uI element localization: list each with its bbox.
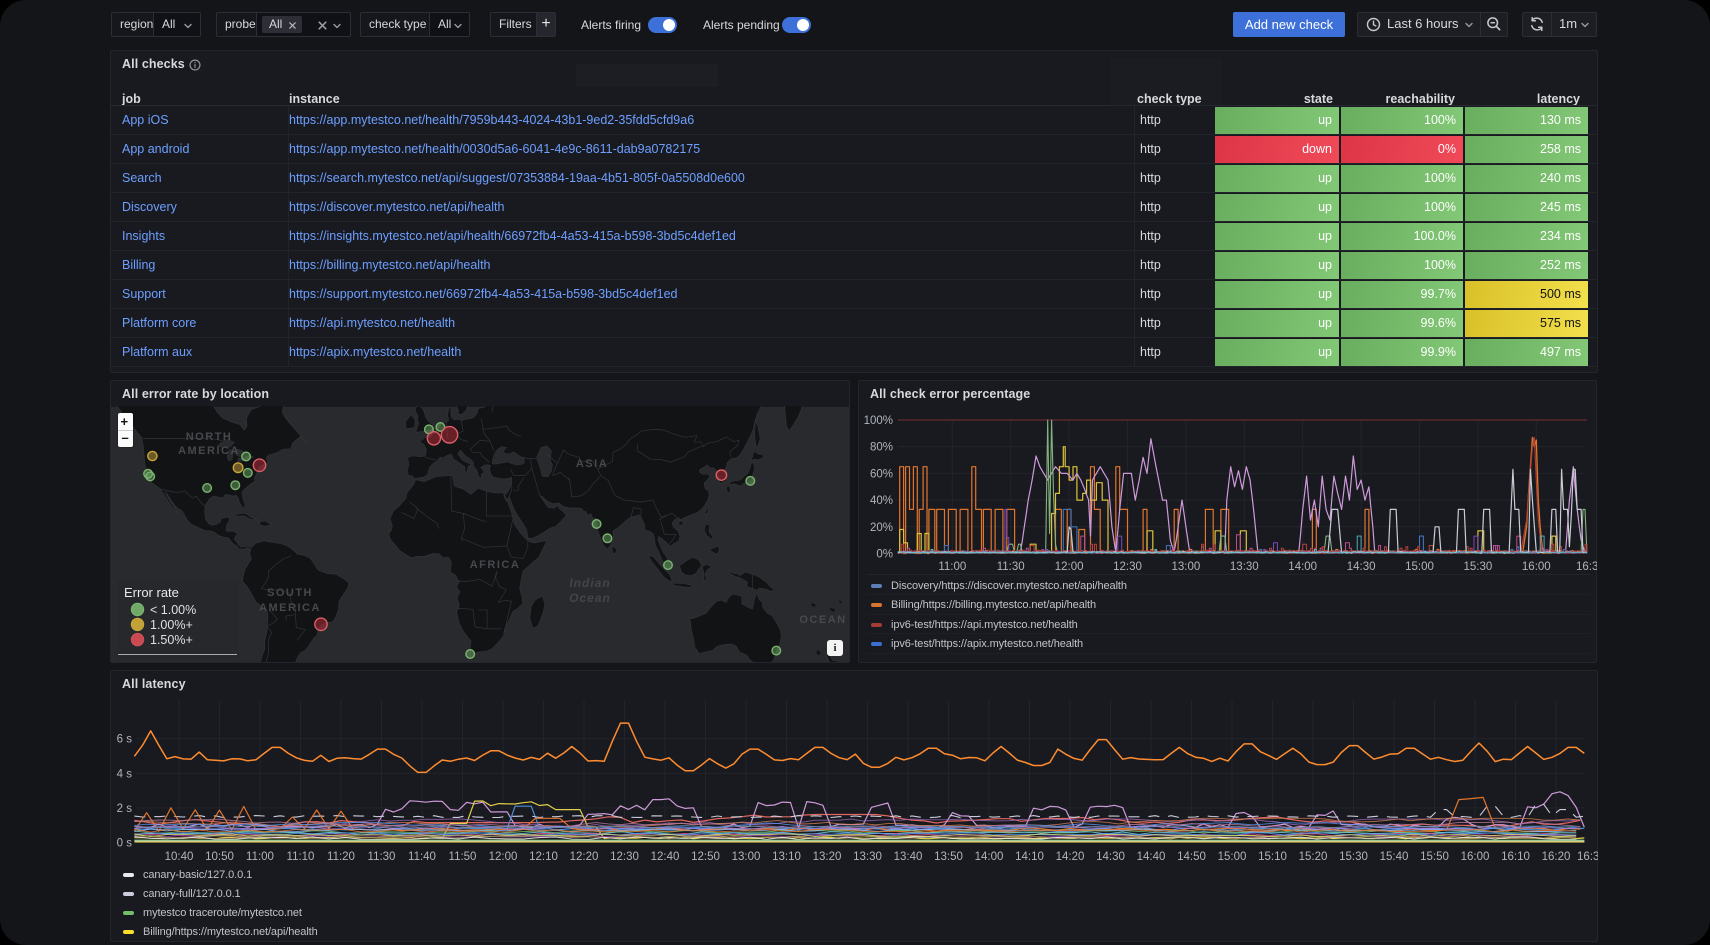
svg-text:100%: 100% — [864, 415, 893, 427]
svg-text:12:50: 12:50 — [691, 851, 720, 863]
svg-text:11:40: 11:40 — [408, 851, 436, 863]
svg-text:14:00: 14:00 — [1288, 561, 1317, 573]
svg-text:14:40: 14:40 — [1137, 851, 1166, 863]
svg-text:16:00: 16:00 — [1461, 851, 1490, 863]
svg-text:OCEAN: OCEAN — [799, 614, 846, 626]
svg-text:15:30: 15:30 — [1464, 561, 1493, 573]
svg-text:13:40: 13:40 — [894, 851, 923, 863]
svg-text:13:30: 13:30 — [853, 851, 882, 863]
svg-text:11:00: 11:00 — [938, 561, 966, 573]
svg-text:15:00: 15:00 — [1405, 561, 1434, 573]
svg-text:Ocean: Ocean — [569, 591, 611, 605]
svg-text:2 s: 2 s — [117, 803, 133, 815]
svg-text:16:3: 16:3 — [1576, 561, 1597, 573]
svg-text:12:20: 12:20 — [570, 851, 599, 863]
svg-text:80%: 80% — [870, 442, 893, 454]
svg-text:4 s: 4 s — [117, 768, 133, 780]
svg-text:12:40: 12:40 — [651, 851, 680, 863]
svg-text:AFRICA: AFRICA — [470, 559, 521, 571]
svg-text:14:50: 14:50 — [1177, 851, 1206, 863]
svg-text:12:00: 12:00 — [1055, 561, 1084, 573]
svg-text:13:50: 13:50 — [934, 851, 963, 863]
svg-text:15:30: 15:30 — [1339, 851, 1368, 863]
svg-text:11:20: 11:20 — [327, 851, 355, 863]
svg-text:NORTH: NORTH — [186, 431, 233, 443]
svg-text:14:30: 14:30 — [1096, 851, 1125, 863]
svg-text:16:00: 16:00 — [1522, 561, 1551, 573]
svg-text:16:10: 16:10 — [1501, 851, 1530, 863]
svg-text:11:30: 11:30 — [997, 561, 1025, 573]
svg-text:15:00: 15:00 — [1218, 851, 1247, 863]
svg-text:14:00: 14:00 — [975, 851, 1004, 863]
svg-text:11:30: 11:30 — [368, 851, 396, 863]
svg-text:15:20: 15:20 — [1299, 851, 1328, 863]
svg-text:0 s: 0 s — [117, 838, 133, 850]
svg-text:20%: 20% — [870, 522, 893, 534]
svg-text:15:40: 15:40 — [1380, 851, 1409, 863]
svg-text:16:20: 16:20 — [1542, 851, 1571, 863]
svg-text:11:10: 11:10 — [287, 851, 315, 863]
svg-text:15:50: 15:50 — [1420, 851, 1449, 863]
svg-text:14:20: 14:20 — [1056, 851, 1085, 863]
svg-text:0%: 0% — [876, 549, 893, 561]
svg-text:AMERICA: AMERICA — [178, 445, 240, 457]
svg-text:Indian: Indian — [569, 576, 610, 590]
svg-text:14:30: 14:30 — [1347, 561, 1376, 573]
svg-text:10:40: 10:40 — [165, 851, 194, 863]
svg-text:12:30: 12:30 — [610, 851, 639, 863]
svg-text:60%: 60% — [870, 468, 893, 480]
svg-text:AMERICA: AMERICA — [259, 602, 321, 614]
svg-text:15:10: 15:10 — [1258, 851, 1287, 863]
svg-text:13:10: 13:10 — [772, 851, 801, 863]
svg-text:13:20: 13:20 — [813, 851, 842, 863]
svg-text:SOUTH: SOUTH — [267, 587, 313, 599]
svg-text:ASIA: ASIA — [576, 458, 608, 470]
svg-text:6 s: 6 s — [117, 734, 133, 746]
svg-text:13:00: 13:00 — [1172, 561, 1201, 573]
svg-text:10:50: 10:50 — [205, 851, 234, 863]
svg-text:13:30: 13:30 — [1230, 561, 1259, 573]
svg-text:11:50: 11:50 — [449, 851, 477, 863]
svg-text:16:3: 16:3 — [1577, 851, 1598, 863]
svg-text:12:10: 12:10 — [529, 851, 558, 863]
svg-text:13:00: 13:00 — [732, 851, 761, 863]
svg-text:14:10: 14:10 — [1015, 851, 1044, 863]
svg-text:40%: 40% — [870, 495, 893, 507]
svg-text:11:00: 11:00 — [246, 851, 274, 863]
svg-text:12:30: 12:30 — [1113, 561, 1142, 573]
svg-text:12:00: 12:00 — [489, 851, 518, 863]
